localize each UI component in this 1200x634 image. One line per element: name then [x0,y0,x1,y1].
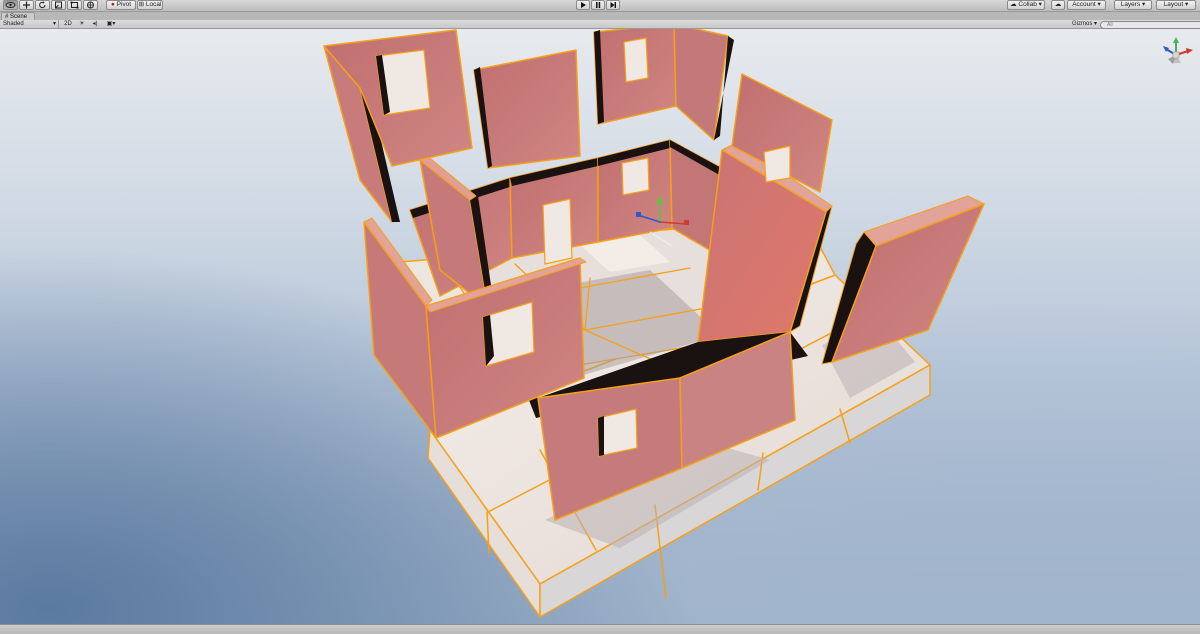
gizmos-dropdown[interactable]: Gizmos ▾ [1072,20,1098,28]
scene-orientation-gizmo[interactable] [1158,37,1194,77]
transform-tool-button[interactable] [83,0,98,10]
scale-icon [55,1,62,9]
account-label: Account [1072,1,1096,8]
chevron-down-icon: ▾ [1097,1,1101,8]
step-icon [610,2,616,8]
cloud-services-button[interactable]: ☁ [1051,0,1065,10]
view-tool-button[interactable] [3,0,18,10]
pause-button[interactable] [591,0,605,10]
scene-geometry [323,29,985,618]
search-input[interactable] [1100,21,1200,29]
shading-mode-dropdown[interactable]: Shaded ▾ [3,20,59,28]
local-toggle[interactable]: ⊞ Local [137,0,163,10]
layout-label: Layout [1163,1,1184,8]
local-label: Local [145,1,162,8]
scene-toolbar: Shaded ▾ 2D ☀ ◂) ▣▾ Gizmos ▾ ⌕ [0,20,1200,29]
step-button[interactable] [606,0,620,10]
layers-label: Layers [1120,1,1141,8]
floating-top-panel [473,49,581,169]
tab-scene[interactable]: # Scene [1,12,35,20]
move-arrows-icon [23,1,30,9]
transform-icon [87,1,94,9]
2d-toggle[interactable]: 2D [62,20,74,28]
chevron-down-icon: ▾ [112,21,116,27]
main-toolbar: ● Pivot ⊞ Local ☁ Collab ▾ ☁ Account ▾ L… [0,0,1200,12]
effects-dropdown[interactable]: ▣▾ [103,20,119,28]
sun-icon: ☀ [79,21,85,27]
gizmos-label: Gizmos [1072,21,1093,27]
speaker-icon: ◂) [92,21,98,27]
pivot-icon: ● [110,1,115,8]
rotate-icon [39,1,46,9]
collab-label: Collab [1018,1,1037,8]
play-button[interactable] [576,0,590,10]
scene-tab-bar: # Scene [0,12,1200,20]
far-right-panel [821,195,985,365]
collab-dropdown[interactable]: ☁ Collab ▾ [1007,0,1045,10]
move-tool-button[interactable] [19,0,34,10]
chevron-down-icon: ▾ [1094,21,1098,27]
scale-tool-button[interactable] [51,0,66,10]
floating-top-right-wall [593,29,734,141]
rotate-tool-button[interactable] [35,0,50,10]
play-icon [581,2,586,8]
pivot-label: Pivot [116,1,132,8]
rect-tool-button[interactable] [67,0,82,10]
layout-dropdown[interactable]: Layout ▾ [1156,0,1196,10]
scene-viewport[interactable] [0,29,1200,624]
chevron-down-icon: ▾ [1142,1,1146,8]
cloud-icon: ☁ [1054,1,1062,8]
lighting-toggle[interactable]: ☀ [77,20,87,28]
chevron-down-icon: ▾ [52,21,56,27]
shading-mode-label: Shaded [3,21,24,27]
chevron-down-icon: ▾ [1038,1,1042,8]
pivot-toggle[interactable]: ● Pivot [106,0,136,10]
local-icon: ⊞ [138,1,145,8]
rect-transform-icon [70,1,79,9]
layers-dropdown[interactable]: Layers ▾ [1114,0,1152,10]
chevron-down-icon: ▾ [1185,1,1189,8]
cloud-check-icon: ☁ [1010,1,1017,8]
2d-label: 2D [64,21,72,27]
account-dropdown[interactable]: Account ▾ [1067,0,1106,10]
eye-icon [5,2,16,8]
audio-toggle[interactable]: ◂) [90,20,100,28]
pause-icon [596,2,601,8]
